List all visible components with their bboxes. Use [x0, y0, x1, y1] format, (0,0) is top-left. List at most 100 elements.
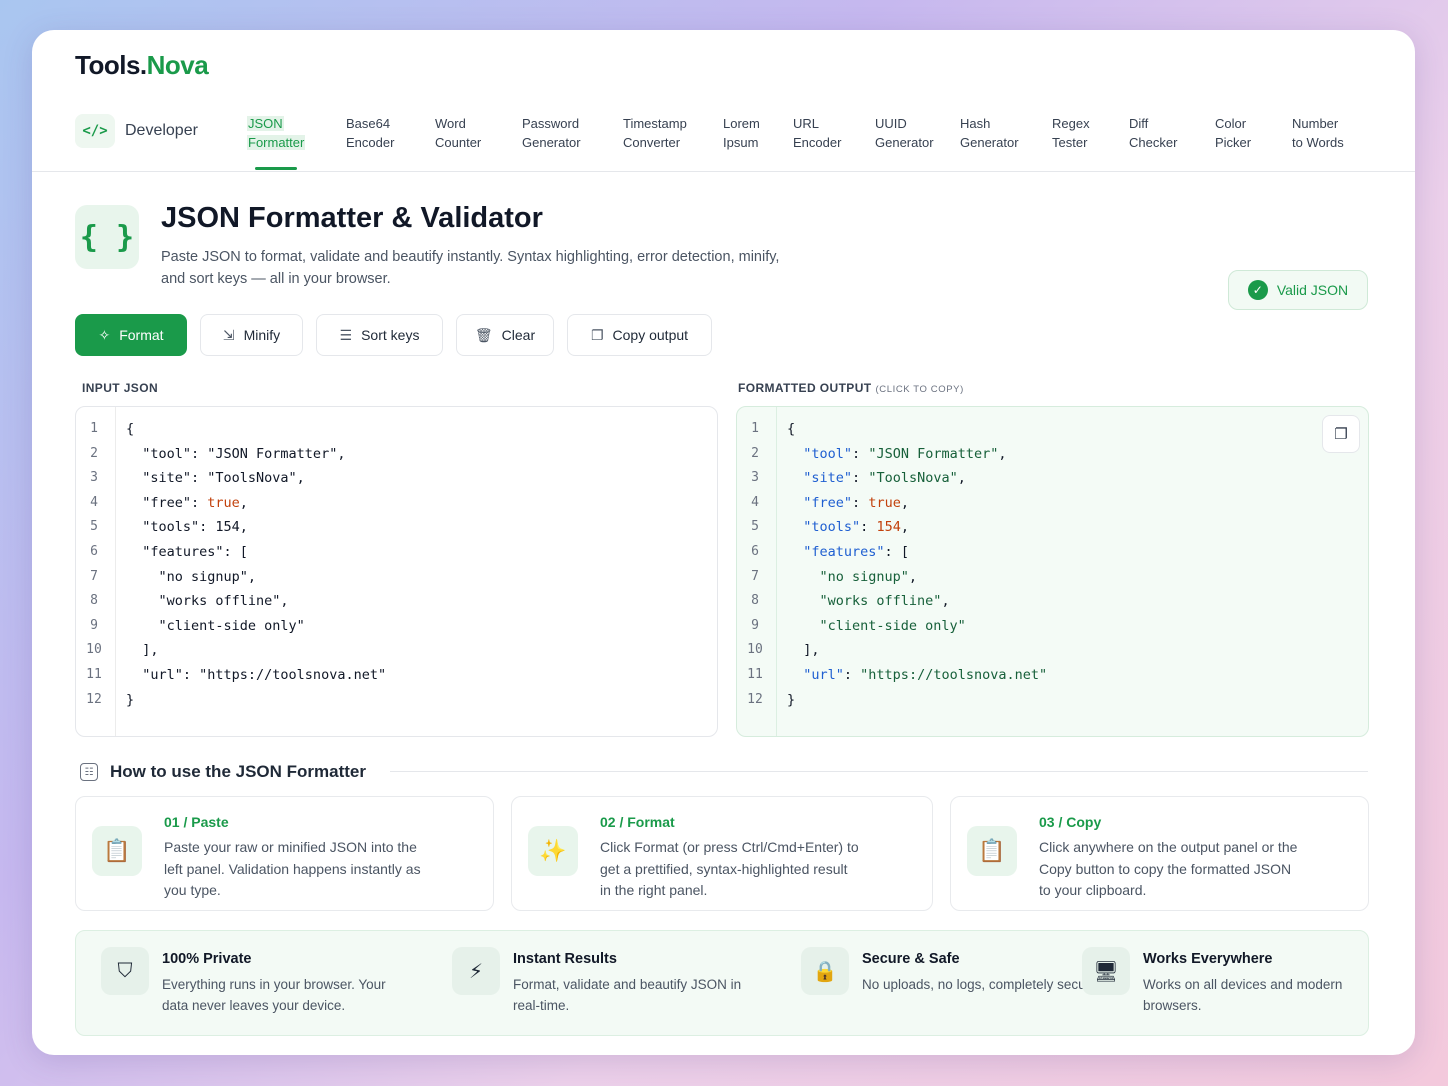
- format-button[interactable]: ✧ Format: [75, 314, 187, 356]
- check-circle-icon: ✓: [1247, 280, 1268, 300]
- nav-item-word-counter[interactable]: Word Counter: [435, 114, 515, 152]
- lightning-icon: ⚡: [452, 947, 500, 995]
- nav-item-regex-tester[interactable]: Regex Tester: [1052, 114, 1132, 152]
- sort-keys-button[interactable]: ☰ Sort keys: [316, 314, 443, 356]
- line-number-gutter: 1 2 3 4 5 6 7 8 9 10 11 12: [76, 407, 116, 736]
- input-label: INPUT JSON: [82, 381, 159, 395]
- step-card-format: ✨ 02 / Format Click Format (or press Ctr…: [511, 796, 933, 911]
- page-title: JSON Formatter & Validator: [161, 202, 543, 234]
- code-line: "tool": "JSON Formatter",: [803, 445, 1007, 462]
- sliders-icon: ☰: [339, 326, 353, 343]
- active-tab-indicator: [255, 167, 297, 170]
- nav-item-uuid-generator[interactable]: UUID Generator: [875, 114, 955, 152]
- line-number: 4: [90, 494, 98, 510]
- copy-output-button[interactable]: ❐ Copy output: [567, 314, 712, 356]
- code-line: {: [126, 421, 135, 437]
- line-number: 12: [86, 691, 102, 707]
- validation-status-badge: ✓ Valid JSON: [1228, 270, 1368, 310]
- code-line: "url": "https://toolsnova.net": [126, 667, 387, 683]
- feature-strip: ⛉ 100% Private Everything runs in your b…: [75, 930, 1369, 1036]
- input-editor[interactable]: 1 2 3 4 5 6 7 8 9 10 11 12 { "tool": "JSON Formatte…: [75, 406, 718, 737]
- code-line: "tool": "JSON Formatter",: [126, 445, 346, 462]
- line-number: 8: [751, 593, 759, 609]
- line-number: 2: [751, 445, 759, 461]
- nav-item-timestamp-converter[interactable]: Timestamp Converter: [623, 114, 703, 152]
- code-line: "tools": 154,: [803, 519, 909, 536]
- code-line: "features": [: [126, 544, 248, 560]
- sparkle-icon: ✧: [98, 326, 111, 343]
- line-number: 7: [90, 568, 98, 584]
- line-number: 4: [751, 494, 759, 510]
- code-line: "no signup",: [126, 568, 257, 585]
- nav-item-diff-checker[interactable]: Diff Checker: [1129, 114, 1209, 152]
- steps-icon: ☷: [80, 763, 98, 781]
- code-line: "tools": 154,: [126, 519, 248, 536]
- line-number: 3: [751, 470, 759, 486]
- step-card-copy: 📋 03 / Copy Click anywhere on the output…: [950, 796, 1369, 911]
- code-line: "works offline",: [126, 593, 289, 610]
- line-number: 6: [90, 544, 98, 559]
- nav-item-base64-encoder[interactable]: Base64 Encoder: [346, 114, 426, 152]
- code-icon: </>: [75, 114, 115, 148]
- line-number: 7: [751, 568, 759, 584]
- clipboard-icon: 📋: [92, 826, 142, 876]
- trash-icon: 🗑: [474, 326, 493, 343]
- code-line: "free": true,: [803, 494, 909, 511]
- site-logo[interactable]: Tools.Nova: [75, 50, 209, 81]
- line-number: 5: [90, 519, 98, 535]
- code-line: "client-side only": [126, 617, 305, 634]
- code-line: "client-side only": [819, 617, 966, 634]
- step-card-paste: 📋 01 / Paste Paste your raw or minified …: [75, 796, 494, 911]
- app-window: Tools.Nova </> Developer JSON Formatter …: [32, 30, 1415, 1055]
- line-number: 10: [86, 642, 102, 658]
- nav-item-json-formatter[interactable]: JSON Formatter: [247, 114, 327, 152]
- how-to-header: ☷ How to use the JSON Formatter: [80, 762, 366, 782]
- code-line: }: [126, 691, 135, 708]
- nav-item-color-picker[interactable]: Color Picker: [1215, 114, 1295, 152]
- line-number: 12: [747, 691, 763, 707]
- compress-icon: ⇲: [222, 326, 235, 343]
- category-label: Developer: [125, 122, 198, 139]
- code-line: ],: [787, 642, 820, 659]
- magic-wand-icon: ✨: [528, 826, 578, 876]
- line-number: 9: [90, 617, 98, 633]
- code-line: "site": "ToolsNova",: [803, 470, 966, 487]
- line-number: 5: [751, 519, 759, 535]
- braces-icon: { }: [75, 205, 139, 269]
- code-line: "url": "https://toolsnova.net": [803, 667, 1048, 683]
- output-panel[interactable]: 1 2 3 4 5 6 7 8 9 10 11 12 ❐ { "tool": "JSON Format…: [736, 406, 1369, 737]
- tool-nav: </> Developer JSON Formatter Base64 Encod…: [32, 100, 1415, 172]
- line-number: 9: [751, 617, 759, 633]
- line-number: 1: [90, 421, 98, 436]
- code-line: {: [787, 421, 796, 437]
- nav-item-lorem-ipsum[interactable]: Lorem Ipsum: [723, 114, 803, 152]
- clear-button[interactable]: 🗑 Clear: [456, 314, 554, 356]
- shield-icon: ⛉: [101, 947, 149, 995]
- code-line: "works offline",: [819, 593, 950, 610]
- minify-button[interactable]: ⇲ Minify: [200, 314, 303, 356]
- code-line: "free": true,: [126, 494, 248, 511]
- code-line: ],: [126, 642, 159, 659]
- line-number: 11: [86, 667, 102, 682]
- code-line: "site": "ToolsNova",: [126, 470, 305, 487]
- line-number: 6: [751, 544, 759, 559]
- nav-item-url-encoder[interactable]: URL Encoder: [793, 114, 873, 152]
- line-number: 10: [747, 642, 763, 658]
- output-label: FORMATTED OUTPUT (CLICK TO COPY): [738, 381, 964, 395]
- copy-icon[interactable]: ❐: [1322, 415, 1360, 453]
- page-description: Paste JSON to format, validate and beaut…: [161, 249, 780, 287]
- category-developer[interactable]: </> Developer: [75, 114, 198, 148]
- line-number: 11: [747, 667, 763, 682]
- nav-item-hash-generator[interactable]: Hash Generator: [960, 114, 1040, 152]
- code-line: }: [787, 691, 796, 708]
- nav-item-number-to-words[interactable]: Number to Words: [1292, 114, 1372, 152]
- devices-icon: 🖥: [1082, 947, 1130, 995]
- line-number-gutter: 1 2 3 4 5 6 7 8 9 10 11 12: [737, 407, 777, 736]
- divider: [390, 771, 1368, 772]
- code-line: "no signup",: [819, 568, 918, 585]
- lock-icon: 🔒: [801, 947, 849, 995]
- line-number: 8: [90, 593, 98, 609]
- line-number: 2: [90, 445, 98, 461]
- nav-item-password-generator[interactable]: Password Generator: [522, 114, 602, 152]
- line-number: 3: [90, 470, 98, 486]
